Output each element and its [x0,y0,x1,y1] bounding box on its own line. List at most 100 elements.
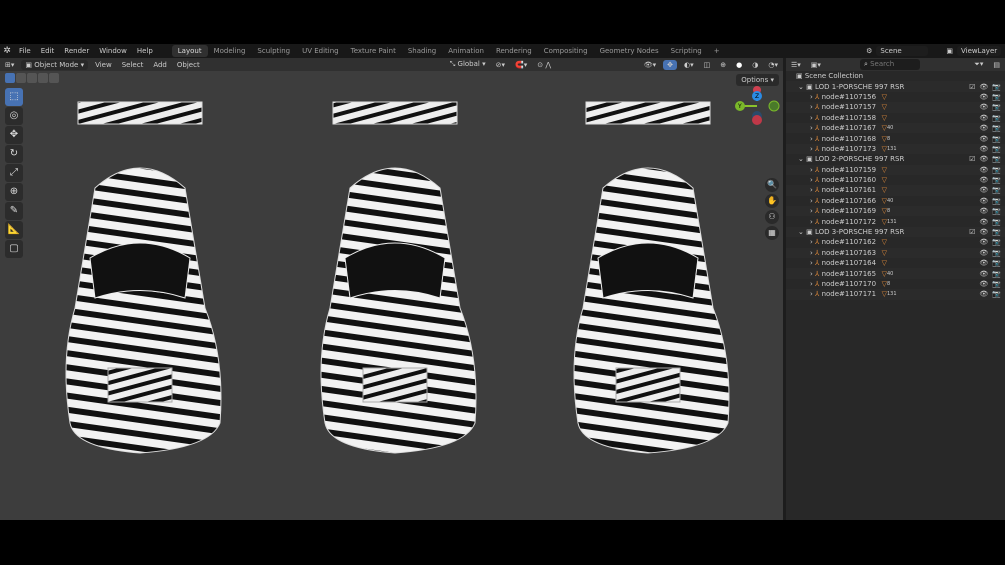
transform-icon[interactable]: ⊕ [5,183,23,201]
camera-icon[interactable]: 📷 [992,83,1001,91]
shading-wireframe-icon[interactable]: ⊕ [715,61,731,69]
navigation-gizmo[interactable]: Z Y [732,84,782,134]
object-row[interactable]: › ⅄ node#1107168 ▽ 8 👁 📷 [786,133,1005,143]
expand-arrow-icon[interactable]: › [810,145,813,153]
eye-icon[interactable]: 👁 [979,259,988,267]
expand-arrow-icon[interactable]: › [810,93,813,101]
car-model-2[interactable] [320,101,477,454]
collection-row[interactable]: ⌄ ▣ LOD 1-PORSCHE 997 RSR ☑ 👁 📷 [786,81,1005,92]
eye-icon[interactable]: 👁 [979,186,988,194]
camera-icon[interactable]: 📷 [992,249,1001,257]
expand-arrow-icon[interactable]: › [810,280,813,288]
camera-icon[interactable]: 📷 [992,176,1001,184]
object-row[interactable]: › ⅄ node#1107160 ▽ 👁 📷 [786,175,1005,185]
select-invert-icon[interactable] [38,73,48,83]
camera-icon[interactable]: 📷 [992,280,1001,288]
expand-arrow-icon[interactable]: › [810,249,813,257]
gizmo-y-neg[interactable] [768,100,780,112]
mesh-data-icon[interactable]: ▽ [882,166,887,174]
overlay-icon[interactable]: ◐▾ [679,61,699,69]
outliner-editor-icon[interactable]: ☰▾ [786,61,806,69]
view-layer-icon[interactable]: ▣ [946,47,953,55]
expand-arrow-icon[interactable]: › [810,114,813,122]
eye-icon[interactable]: 👁 [979,124,988,132]
camera-icon[interactable]: 📷 [992,228,1001,236]
object-row[interactable]: › ⅄ node#1107161 ▽ 👁 📷 [786,185,1005,196]
menu-edit[interactable]: Edit [36,47,60,55]
object-row[interactable]: › ⅄ node#1107167 ▽ 40 👁 📷 [786,122,1005,134]
camera-icon[interactable]: 📷 [992,103,1001,111]
workspace-tab-compositing[interactable]: Compositing [538,45,594,57]
collection-row[interactable]: ⌄ ▣ LOD 2-PORSCHE 997 RSR ☑ 👁 📷 [786,154,1005,164]
object-row[interactable]: › ⅄ node#1107162 ▽ 👁 📷 [786,237,1005,247]
object-row[interactable]: › ⅄ node#1107159 ▽ 👁 📷 [786,164,1005,175]
scene-selector[interactable]: Scene [876,46,929,56]
camera-icon[interactable]: 📷 [992,197,1001,205]
object-row[interactable]: › ⅄ node#1107173 ▽ 131 👁 📷 [786,143,1005,155]
expand-arrow-icon[interactable]: › [810,218,813,226]
eye-icon[interactable]: 👁 [979,218,988,226]
select-extend-icon[interactable] [16,73,26,83]
expand-arrow-icon[interactable]: › [810,103,813,111]
workspace-tab-sculpting[interactable]: Sculpting [251,45,296,57]
eye-icon[interactable]: 👁 [979,270,988,278]
visibility-icon[interactable]: 👁▾ [639,61,661,69]
transform-orientation[interactable]: ⤡ Global ▾ [445,60,491,69]
workspace-tab-texture-paint[interactable]: Texture Paint [345,45,402,57]
viewport-menu-view[interactable]: View [90,61,117,69]
expand-arrow-icon[interactable]: › [810,270,813,278]
workspace-tab-shading[interactable]: Shading [402,45,442,57]
eye-icon[interactable]: 👁 [979,238,988,246]
camera-icon[interactable]: 📷 [992,114,1001,122]
camera-icon[interactable]: 📷 [992,135,1001,143]
camera-icon[interactable]: 📷 [992,186,1001,194]
expand-arrow-icon[interactable]: › [810,207,813,215]
shading-rendered-icon[interactable]: ◔▾ [763,61,783,69]
exclude-checkbox[interactable]: ☑ [969,228,975,236]
eye-icon[interactable]: 👁 [979,135,988,143]
eye-icon[interactable]: 👁 [979,280,988,288]
eye-icon[interactable]: 👁 [979,145,988,153]
rotate-icon[interactable]: ↻ [5,145,23,163]
mode-selector[interactable]: ▣ Object Mode ▾ [21,59,89,70]
display-mode-icon[interactable]: ▣▾ [806,61,826,69]
add-workspace-button[interactable]: + [708,45,726,57]
eye-icon[interactable]: 👁 [979,176,988,184]
expand-chevron-icon[interactable]: ⌄ [798,155,804,163]
mesh-data-icon[interactable]: ▽ [882,249,887,257]
select-subtract-icon[interactable] [27,73,37,83]
object-row[interactable]: › ⅄ node#1107158 ▽ 👁 📷 [786,113,1005,123]
menu-file[interactable]: File [14,47,36,55]
eye-icon[interactable]: 👁 [979,207,988,215]
scene-collection-row[interactable]: ▣ Scene Collection [786,71,1005,81]
object-row[interactable]: › ⅄ node#1107169 ▽ 8 👁 📷 [786,206,1005,217]
camera-icon[interactable]: 📷 [992,166,1001,174]
menu-render[interactable]: Render [59,47,94,55]
perspective-grid-icon[interactable]: ▦ [765,226,779,240]
workspace-tab-scripting[interactable]: Scripting [665,45,708,57]
new-collection-icon[interactable]: ▤ [988,61,1005,69]
cursor-icon[interactable]: ◎ [5,107,23,125]
scene-icon[interactable]: ⚙ [866,47,872,55]
outliner-search[interactable]: ⌕ Search [859,59,920,70]
filter-icon[interactable]: ⏷▾ [969,60,988,69]
mesh-data-icon[interactable]: ▽ [882,93,887,101]
mesh-data-icon[interactable]: ▽ [882,176,887,184]
expand-arrow-icon[interactable]: › [810,176,813,184]
workspace-tab-modeling[interactable]: Modeling [208,45,252,57]
camera-icon[interactable]: 📷 [992,270,1001,278]
camera-icon[interactable]: 📷 [992,290,1001,298]
expand-arrow-icon[interactable]: › [810,135,813,143]
camera-icon[interactable]: 📷 [992,218,1001,226]
object-row[interactable]: › ⅄ node#1107170 ▽ 8 👁 📷 [786,279,1005,289]
object-row[interactable]: › ⅄ node#1107166 ▽ 40 👁 📷 [786,196,1005,206]
workspace-tab-rendering[interactable]: Rendering [490,45,538,57]
object-row[interactable]: › ⅄ node#1107172 ▽ 131 👁 📷 [786,216,1005,226]
annotate-icon[interactable]: ✎ [5,202,23,220]
shading-material-icon[interactable]: ◑ [747,61,763,69]
car-model-3[interactable] [573,101,730,454]
car-model-1[interactable] [65,101,222,454]
exclude-checkbox[interactable]: ☑ [969,155,975,163]
expand-arrow-icon[interactable]: › [810,290,813,298]
eye-icon[interactable]: 👁 [979,103,988,111]
